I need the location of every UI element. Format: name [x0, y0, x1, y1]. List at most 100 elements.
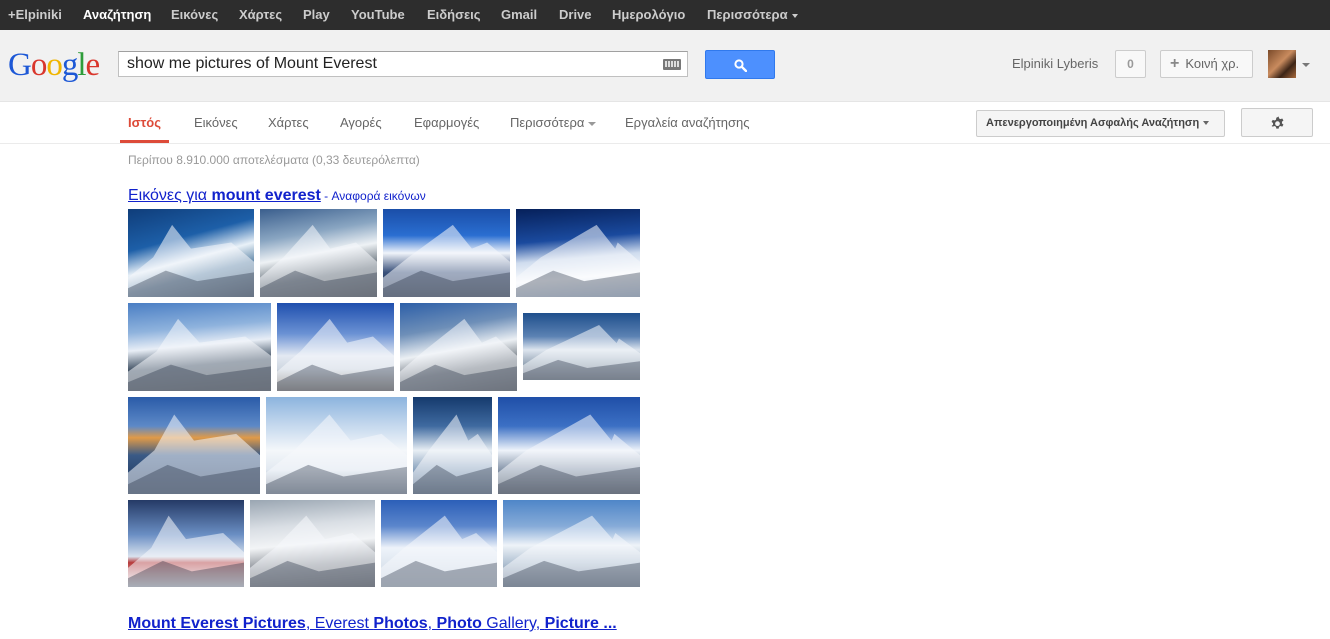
topbar-item-6[interactable]: Ειδήσεις [427, 0, 481, 30]
mountain-shape [523, 325, 640, 380]
logo-letter: o [30, 47, 47, 83]
result-title-segment: , [427, 615, 437, 632]
result-title-segment: ... [598, 615, 617, 632]
tab-label: Αγορές [340, 115, 382, 130]
image-thumbnail[interactable] [381, 500, 497, 587]
keyboard-icon[interactable] [663, 59, 681, 70]
mountain-shape [498, 414, 640, 494]
tab-label: Εργαλεία αναζήτησης [625, 115, 750, 130]
settings-button[interactable] [1241, 108, 1313, 137]
mountain-shape [400, 318, 517, 391]
search-button[interactable] [705, 50, 775, 79]
search-icon [734, 59, 747, 72]
tab-1[interactable]: Εικόνες [194, 102, 238, 143]
tab-2[interactable]: Χάρτες [268, 102, 309, 143]
result-title-segment: Photo [436, 615, 482, 632]
mountain-shape [128, 318, 271, 391]
image-thumbnail[interactable] [516, 209, 640, 297]
images-heading: Εικόνες για mount everest - Αναφορά εικό… [128, 187, 426, 205]
mountain-shape [128, 414, 260, 494]
mountain-shape [260, 224, 377, 297]
mountain-shape [266, 414, 407, 494]
header: Google Elpiniki Lyberis 0 + Κοινή χρ. [0, 30, 1330, 102]
search-input[interactable] [119, 52, 665, 76]
topbar-item-9[interactable]: Ημερολόγιο [612, 0, 685, 30]
search-box [118, 51, 688, 77]
mountain-shape [128, 224, 254, 297]
image-thumbnail[interactable] [128, 303, 271, 391]
image-thumbnail[interactable] [503, 500, 640, 587]
top-bar: +Elpiniki Αναζήτηση Εικόνες Χάρτες Play YouTu… [0, 0, 1330, 30]
images-heading-prefix: Εικόνες για [128, 187, 212, 204]
mountain-shape [413, 414, 492, 494]
logo-letter: o [46, 47, 62, 83]
chevron-down-icon [588, 121, 597, 126]
topbar-item-10[interactable]: Περισσότερα [707, 0, 798, 30]
image-thumbnail[interactable] [260, 209, 377, 297]
search-nav: Απενεργοποιημένη Ασφαλής Αναζήτηση Ιστός… [0, 102, 1330, 144]
share-label: Κοινή χρ. [1185, 56, 1240, 71]
image-thumbnail[interactable] [383, 209, 510, 297]
username[interactable]: Elpiniki Lyberis [1012, 56, 1098, 71]
mountain-shape [250, 515, 375, 587]
images-heading-query: mount everest [211, 187, 321, 204]
tab-6[interactable]: Εργαλεία αναζήτησης [625, 102, 750, 143]
image-thumbnail[interactable] [128, 500, 244, 587]
plus-icon: + [1170, 55, 1180, 72]
tab-label: Περισσότερα [510, 115, 585, 130]
image-thumbnail[interactable] [250, 500, 375, 587]
tab-5[interactable]: Περισσότερα [510, 102, 597, 143]
tab-label: Εικόνες [194, 115, 238, 130]
tab-4[interactable]: Εφαρμογές [414, 102, 479, 143]
mountain-shape [516, 224, 640, 297]
topbar-item-8[interactable]: Drive [559, 0, 592, 30]
logo-letter: G [8, 47, 32, 83]
gear-icon [1271, 116, 1284, 129]
mountain-shape [383, 224, 510, 297]
mountain-shape [503, 515, 640, 587]
chevron-down-icon [791, 13, 798, 18]
image-thumbnail[interactable] [128, 397, 260, 494]
tab-label: Χάρτες [268, 115, 309, 130]
result-stats: Περίπου 8.910.000 αποτελέσματα (0,33 δευ… [128, 153, 420, 167]
topbar-item-7[interactable]: Gmail [501, 0, 537, 30]
logo-letter: g [61, 47, 78, 83]
share-button[interactable]: + Κοινή χρ. [1160, 50, 1253, 78]
image-thumbnail[interactable] [498, 397, 640, 494]
result-title-segment: Picture [544, 615, 599, 632]
mountain-shape [381, 515, 497, 587]
chevron-down-icon[interactable] [1302, 63, 1310, 67]
tab-0[interactable]: Ιστός [119, 102, 170, 143]
images-heading-separator: - [320, 189, 332, 203]
topbar-item-2[interactable]: Εικόνες [171, 0, 218, 30]
mountain-shape [128, 515, 244, 587]
result-title-segment: Gallery, [481, 615, 545, 632]
logo-letter: l [77, 47, 86, 83]
image-thumbnail[interactable] [277, 303, 394, 391]
image-thumbnail[interactable] [400, 303, 517, 391]
image-thumbnail[interactable] [413, 397, 492, 494]
image-thumbnail[interactable] [523, 313, 640, 380]
images-heading-link[interactable]: Εικόνες για mount everest [128, 187, 321, 204]
image-thumbnail[interactable] [266, 397, 407, 494]
topbar-item-3[interactable]: Χάρτες [239, 0, 282, 30]
topbar-item-1[interactable]: Αναζήτηση [83, 0, 151, 30]
notifications-button[interactable]: 0 [1115, 50, 1146, 78]
tab-label: Ιστός [128, 115, 162, 130]
topbar-item-4[interactable]: Play [303, 0, 330, 30]
google-logo[interactable]: Google [8, 47, 101, 83]
result-title-segment: Mount Everest Pictures [128, 615, 306, 632]
topbar-item-5[interactable]: YouTube [351, 0, 405, 30]
avatar[interactable] [1268, 50, 1296, 78]
result-title-link[interactable]: Mount Everest Pictures, Everest Photos, … [128, 615, 617, 633]
report-images-link[interactable]: Αναφορά εικόνων [332, 189, 426, 203]
topbar-item-0[interactable]: +Elpiniki [8, 0, 62, 30]
logo-letter: e [85, 47, 101, 83]
tab-3[interactable]: Αγορές [340, 102, 382, 143]
safe-search-dropdown[interactable]: Απενεργοποιημένη Ασφαλής Αναζήτηση [976, 110, 1225, 137]
result-title-segment: , Everest [305, 615, 374, 632]
result-title-segment: Photos [373, 615, 428, 632]
safe-search-label: Απενεργοποιημένη Ασφαλής Αναζήτηση [986, 117, 1200, 129]
chevron-down-icon [1203, 121, 1210, 126]
image-thumbnail[interactable] [128, 209, 254, 297]
